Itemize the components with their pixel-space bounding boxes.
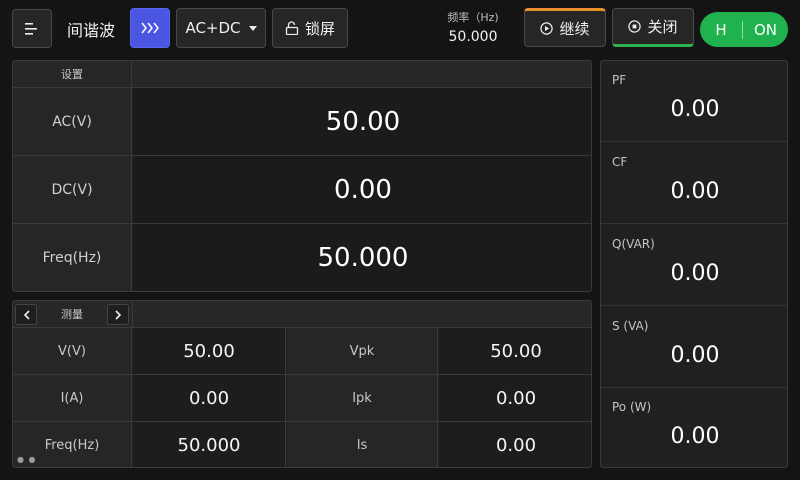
list-item: CF 0.00: [601, 143, 787, 224]
page-indicator: ● ●: [17, 455, 37, 464]
measure-value: 50.00: [439, 328, 591, 374]
power-value: 0.00: [670, 424, 720, 449]
menu-button[interactable]: [12, 9, 52, 48]
power-value: 0.00: [670, 179, 720, 204]
top-bar: 间谐波 AC+DC 锁屏 频率（Hz) 50.000 继续 关闭 H ON: [0, 0, 800, 58]
measure-value: 0.00: [133, 375, 286, 421]
frequency-value: 50.000: [448, 29, 498, 45]
close-output-button[interactable]: 关闭: [612, 8, 694, 47]
header-divider: [132, 301, 133, 328]
mode-dropdown[interactable]: AC+DC: [176, 8, 266, 48]
close-label: 关闭: [647, 18, 678, 36]
next-page-button[interactable]: [107, 304, 129, 325]
measure-label: Ipk: [287, 375, 438, 421]
chevron-left-icon: [23, 309, 30, 320]
table-row: I(A) 0.00 Ipk 0.00: [13, 375, 591, 422]
double-chevron-right-icon: [141, 22, 159, 34]
chevron-right-icon: [114, 309, 121, 320]
settings-panel: 设置 AC(V) 50.00 DC(V) 0.00 Freq(Hz) 50.00…: [12, 60, 592, 292]
power-value: 0.00: [670, 97, 720, 122]
measure-panel: 测量 V(V) 50.00 Vpk 50.00 I(A) 0.00 Ipk 0.…: [12, 300, 592, 468]
power-label: PF: [612, 73, 627, 87]
setting-row-ac[interactable]: AC(V) 50.00: [13, 88, 591, 156]
lock-screen-button[interactable]: 锁屏: [272, 8, 348, 48]
power-value: 0.00: [670, 343, 720, 368]
setting-row-dc[interactable]: DC(V) 0.00: [13, 156, 591, 224]
prev-page-button[interactable]: [15, 304, 37, 325]
table-row: Freq(Hz) 50.000 Is 0.00: [13, 422, 591, 467]
setting-row-freq[interactable]: Freq(Hz) 50.000: [13, 224, 591, 291]
menu-icon: [25, 22, 37, 35]
mode-label: AC+DC: [185, 19, 241, 37]
power-panel: PF 0.00 CF 0.00 Q(VAR) 0.00 S (VA) 0.00 …: [600, 60, 788, 468]
unlock-icon: [285, 21, 299, 35]
measure-value: 0.00: [439, 422, 591, 467]
measure-label: Vpk: [287, 328, 438, 374]
frequency-label: 频率（Hz): [447, 11, 499, 24]
toggle-h-label: H: [715, 20, 727, 39]
measure-value: 50.000: [133, 422, 286, 467]
setting-value-dc[interactable]: 0.00: [133, 156, 591, 223]
settings-header: 设置: [13, 61, 591, 88]
list-item: Q(VAR) 0.00: [601, 225, 787, 306]
continue-button[interactable]: 继续: [524, 8, 606, 47]
measure-label: V(V): [13, 328, 132, 374]
power-label: CF: [612, 155, 628, 169]
measure-label: I(A): [13, 375, 132, 421]
power-label: Q(VAR): [612, 237, 655, 251]
power-label: Po (W): [612, 400, 652, 414]
measure-value: 0.00: [439, 375, 591, 421]
settings-header-label: 设置: [13, 61, 132, 88]
power-value: 0.00: [670, 261, 720, 286]
setting-label: AC(V): [13, 88, 132, 155]
setting-label: DC(V): [13, 156, 132, 223]
caret-down-icon: [248, 25, 257, 31]
output-toggle[interactable]: H ON: [700, 12, 788, 47]
stop-circle-icon: [628, 20, 642, 33]
measure-header-label: 测量: [61, 308, 83, 321]
setting-value-ac[interactable]: 50.00: [133, 88, 591, 155]
measure-value: 50.00: [133, 328, 286, 374]
continue-label: 继续: [559, 20, 590, 38]
list-item: Po (W) 0.00: [601, 388, 787, 467]
measure-label: Is: [287, 422, 438, 467]
forward-button[interactable]: [130, 8, 170, 48]
power-label: S (VA): [612, 319, 649, 333]
list-item: PF 0.00: [601, 61, 787, 142]
setting-value-freq[interactable]: 50.000: [133, 224, 591, 291]
play-circle-icon: [540, 22, 554, 35]
page-title: 间谐波: [67, 21, 116, 40]
lock-screen-label: 锁屏: [304, 19, 335, 38]
measure-header: 测量: [13, 301, 591, 328]
toggle-on-label: ON: [753, 20, 778, 39]
list-item: S (VA) 0.00: [601, 307, 787, 388]
setting-label: Freq(Hz): [13, 224, 132, 291]
table-row: V(V) 50.00 Vpk 50.00: [13, 328, 591, 375]
